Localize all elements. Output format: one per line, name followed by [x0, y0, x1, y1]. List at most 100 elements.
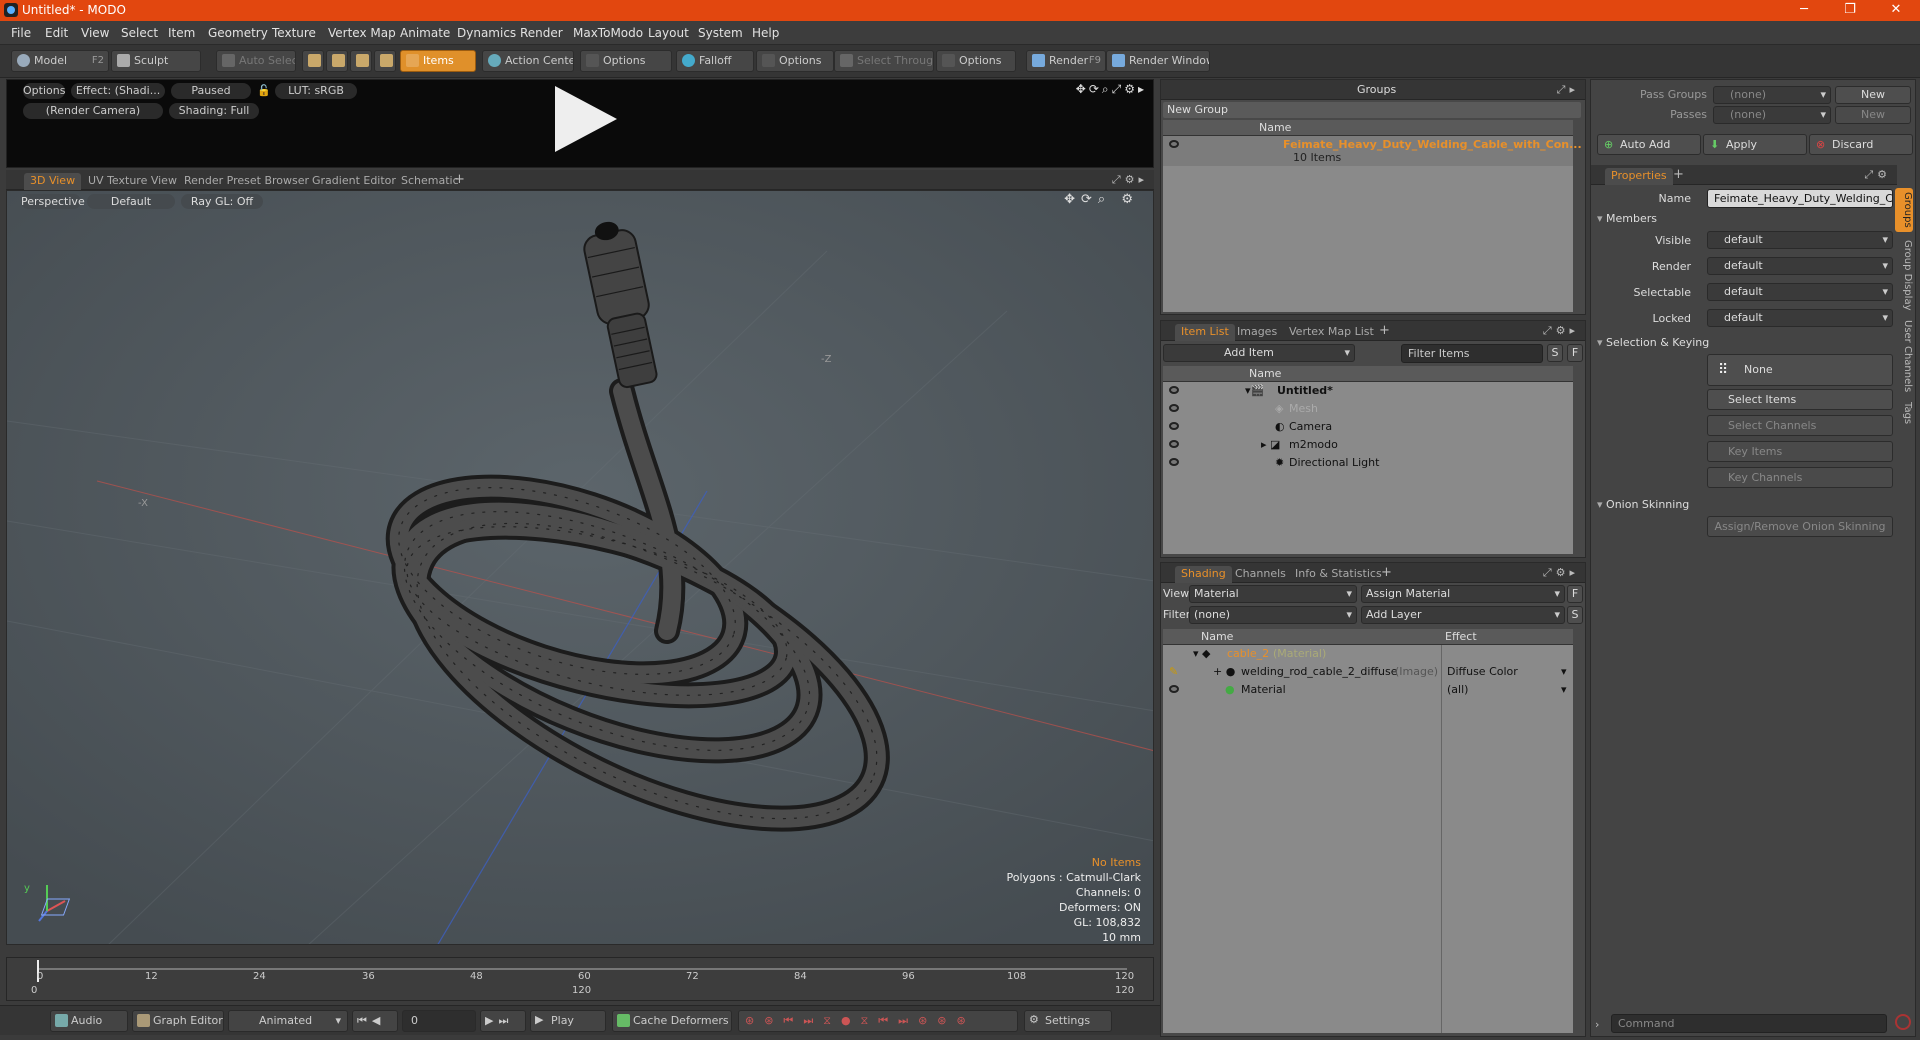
- select-vertices-button[interactable]: [302, 50, 324, 72]
- shader-row[interactable]: ● Material (all) ▾: [1163, 681, 1573, 699]
- list-item[interactable]: ▸ ◪ m2modo: [1163, 436, 1573, 454]
- assign-material-dropdown[interactable]: Assign Material: [1361, 585, 1565, 603]
- record-icon[interactable]: [1895, 1014, 1911, 1030]
- select-items-button[interactable]: Select Items: [1707, 389, 1893, 410]
- preview-effect-dropdown[interactable]: Effect: (Shadi...: [71, 83, 165, 99]
- selection-keying-section[interactable]: Selection & Keying: [1597, 336, 1709, 349]
- list-item[interactable]: ✹ Directional Light: [1163, 454, 1573, 472]
- filter-dropdown[interactable]: (none): [1189, 606, 1357, 624]
- add-tab-icon[interactable]: +: [454, 172, 465, 187]
- preview-lut-dropdown[interactable]: LUT: sRGB: [275, 83, 357, 99]
- pass-groups-dropdown[interactable]: (none): [1713, 86, 1831, 104]
- effect-dropdown[interactable]: Diffuse Color: [1447, 663, 1518, 681]
- discard-button[interactable]: ⊗ Discard: [1809, 134, 1913, 155]
- tab-item-list[interactable]: Item List: [1175, 324, 1235, 341]
- preview-options-button[interactable]: Options: [23, 83, 65, 99]
- select-edges-button[interactable]: [326, 50, 348, 72]
- new-passes-button[interactable]: New: [1835, 106, 1911, 124]
- new-group-button[interactable]: New Group: [1163, 102, 1581, 118]
- shader-row[interactable]: ✎ + ● welding_rod_cable_2_diffuse (Image…: [1163, 663, 1573, 681]
- chevron-down-icon[interactable]: ▾: [1561, 663, 1567, 681]
- timeline[interactable]: 0 12 24 36 48 60 72 84 96 108 120 0 120 …: [6, 957, 1154, 1001]
- visibility-eye-icon[interactable]: [1169, 685, 1179, 693]
- list-item[interactable]: ◈ Mesh: [1163, 400, 1573, 418]
- visibility-eye-icon[interactable]: [1169, 404, 1179, 412]
- menu-geometry[interactable]: Geometry: [208, 26, 268, 40]
- preview-nav-icons[interactable]: ✥⟳⌕⤢⚙▸: [1076, 82, 1147, 97]
- list-item[interactable]: ▾🎬 Untitled*: [1163, 382, 1573, 400]
- key-items-button[interactable]: Key Items: [1707, 441, 1893, 462]
- falloff-button[interactable]: Falloff: [676, 50, 754, 72]
- select-through-button[interactable]: Select Through: [834, 50, 934, 72]
- preview-paused-button[interactable]: Paused: [171, 83, 251, 99]
- tab-gradient-editor[interactable]: Gradient Editor: [306, 173, 402, 190]
- tab-uv-texture-view[interactable]: UV Texture View: [82, 173, 183, 190]
- shader-row[interactable]: ▾ ◆ cable_2 (Material): [1163, 645, 1573, 663]
- menu-file[interactable]: File: [11, 26, 31, 40]
- select-through-options-button[interactable]: Options: [936, 50, 1016, 72]
- auto-add-button[interactable]: ⊕ Auto Add: [1597, 134, 1701, 155]
- select-channels-button[interactable]: Select Channels: [1707, 415, 1893, 436]
- new-pass-button[interactable]: New: [1835, 86, 1911, 104]
- menu-maxtomodo[interactable]: MaxToModo: [573, 26, 643, 40]
- side-tab-groups[interactable]: Groups: [1897, 192, 1913, 228]
- panel-corner-icons[interactable]: ⤢⚙▸: [1543, 324, 1579, 338]
- panel-corner-icons[interactable]: ⤢⚙▸: [1112, 173, 1148, 187]
- menu-view[interactable]: View: [81, 26, 109, 40]
- visibility-eye-icon[interactable]: [1169, 140, 1179, 148]
- perspective-dropdown[interactable]: Perspective: [21, 194, 85, 209]
- chevron-down-icon[interactable]: ▾: [1561, 681, 1567, 699]
- sculpt-mode-button[interactable]: Sculpt: [111, 50, 201, 72]
- menu-select[interactable]: Select: [121, 26, 158, 40]
- animated-dropdown[interactable]: Animated ▾: [228, 1010, 348, 1032]
- menu-item[interactable]: Item: [168, 26, 195, 40]
- model-mode-button[interactable]: Model F2: [11, 50, 109, 72]
- add-tab-icon[interactable]: +: [1379, 323, 1390, 338]
- f-button[interactable]: F: [1567, 585, 1583, 603]
- skip-start-button[interactable]: ⏮◀: [352, 1010, 398, 1032]
- keying-tools[interactable]: ⊛⊛⏮⏭⧖●⧖⏮⏭⊛⊛⊛: [738, 1010, 1018, 1032]
- group-name-input[interactable]: Feimate_Heavy_Duty_Welding_Cab: [1707, 189, 1893, 208]
- tab-images[interactable]: Images: [1231, 324, 1283, 341]
- select-materials-button[interactable]: [374, 50, 396, 72]
- members-section[interactable]: Members: [1597, 212, 1657, 225]
- frame-input[interactable]: 0: [402, 1010, 476, 1032]
- cache-deformers-button[interactable]: Cache Deformers: [612, 1010, 732, 1032]
- panel-corner-icons[interactable]: ⤢⚙: [1864, 168, 1891, 182]
- panel-corner-icons[interactable]: ⤢⚙▸: [1543, 566, 1579, 580]
- select-polygons-button[interactable]: [350, 50, 372, 72]
- tab-render-preset-browser[interactable]: Render Preset Browser: [178, 173, 315, 190]
- render-window-button[interactable]: Render Window: [1106, 50, 1210, 72]
- render-button[interactable]: Render F9: [1026, 50, 1106, 72]
- falloff-options-button[interactable]: Options: [756, 50, 834, 72]
- close-button[interactable]: ✕: [1878, 1, 1914, 19]
- none-button[interactable]: ⠿ None: [1707, 354, 1893, 386]
- side-tab-group-display[interactable]: Group Display: [1897, 240, 1913, 310]
- tab-properties[interactable]: Properties: [1605, 168, 1673, 185]
- raygl-dropdown[interactable]: Ray GL: Off: [181, 194, 263, 209]
- add-tab-icon[interactable]: +: [1381, 565, 1392, 580]
- minimize-button[interactable]: ─: [1786, 1, 1822, 19]
- filter-items-input[interactable]: Filter Items: [1401, 344, 1543, 363]
- passes-dropdown[interactable]: (none): [1713, 106, 1831, 124]
- visible-dropdown[interactable]: default: [1707, 231, 1893, 249]
- visibility-eye-icon[interactable]: [1169, 422, 1179, 430]
- assign-onion-button[interactable]: Assign/Remove Onion Skinning: [1707, 516, 1893, 537]
- onion-skinning-section[interactable]: Onion Skinning: [1597, 498, 1689, 511]
- side-tab-tags[interactable]: Tags: [1897, 402, 1913, 424]
- action-center-options-button[interactable]: Options: [580, 50, 672, 72]
- play-button[interactable]: ▶ Play: [530, 1010, 606, 1032]
- menu-animate[interactable]: Animate: [400, 26, 450, 40]
- f-button[interactable]: F: [1567, 344, 1583, 362]
- skip-end-button[interactable]: ▶⏭: [480, 1010, 526, 1032]
- effect-dropdown[interactable]: (all): [1447, 681, 1468, 699]
- selectable-dropdown[interactable]: default: [1707, 283, 1893, 301]
- shading-default-dropdown[interactable]: Default: [87, 194, 175, 209]
- render-dropdown[interactable]: default: [1707, 257, 1893, 275]
- add-item-dropdown[interactable]: Add Item: [1163, 344, 1355, 362]
- menu-help[interactable]: Help: [752, 26, 779, 40]
- menu-system[interactable]: System: [698, 26, 743, 40]
- restore-button[interactable]: ❐: [1832, 1, 1868, 19]
- s-button[interactable]: S: [1567, 606, 1583, 624]
- settings-button[interactable]: ⚙ Settings: [1024, 1010, 1112, 1032]
